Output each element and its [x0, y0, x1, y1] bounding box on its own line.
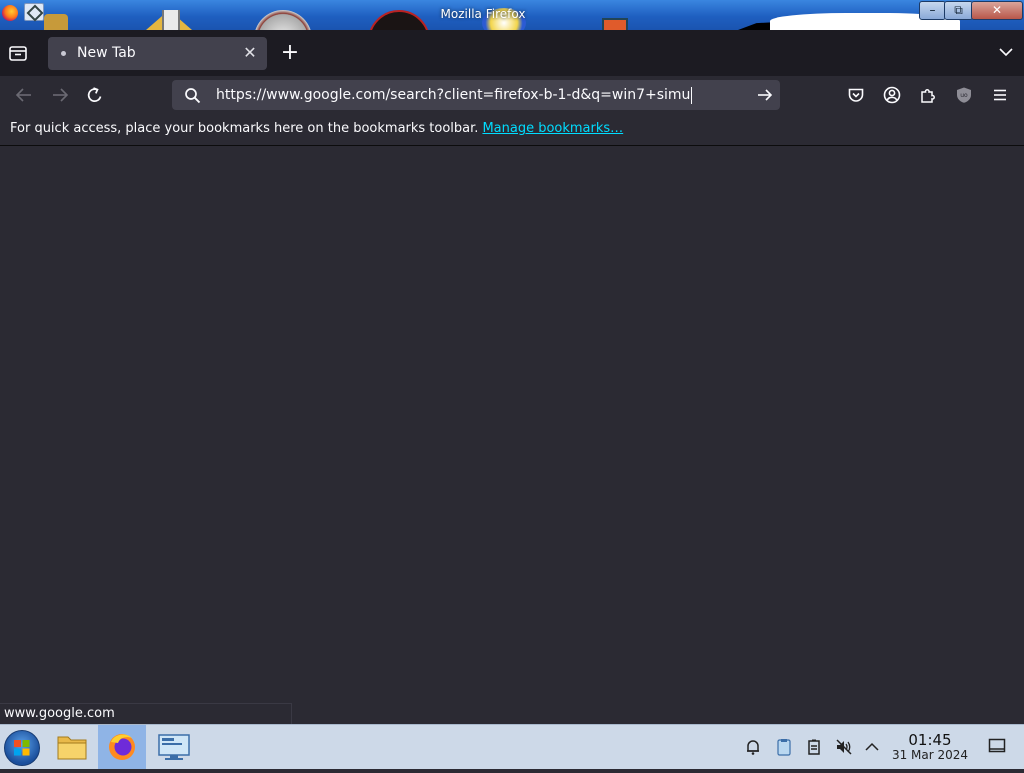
ublock-icon[interactable]: uo	[955, 86, 973, 104]
manage-bookmarks-link[interactable]: Manage bookmarks…	[482, 121, 623, 136]
tab-new-tab[interactable]: New Tab ✕	[48, 37, 267, 70]
window-title-bar[interactable]: Mozilla Firefox – ⧉ ✕	[0, 0, 1024, 30]
page-content-area[interactable]	[0, 146, 1024, 724]
maximize-button[interactable]: ⧉	[944, 1, 973, 20]
firefox-view-icon[interactable]	[8, 43, 28, 63]
battery-icon[interactable]	[805, 738, 823, 756]
status-panel: www.google.com	[0, 703, 292, 724]
firefox-icon	[109, 734, 135, 760]
account-icon[interactable]	[883, 86, 901, 104]
new-tab-button[interactable]: +	[280, 42, 300, 64]
address-bar[interactable]	[172, 80, 780, 110]
taskbar-file-manager[interactable]	[48, 725, 96, 769]
hamburger-menu-icon[interactable]	[991, 86, 1009, 104]
url-input[interactable]	[216, 80, 736, 110]
taskbar: 01:45 31 Mar 2024	[0, 724, 1024, 769]
clock-time[interactable]: 01:45	[898, 731, 962, 749]
show-desktop-icon[interactable]	[988, 738, 1006, 754]
windows-logo-icon	[14, 740, 30, 756]
chevron-up-icon[interactable]	[863, 738, 881, 756]
pocket-icon[interactable]	[847, 86, 865, 104]
close-window-button[interactable]: ✕	[971, 1, 1023, 20]
tab-close-icon[interactable]: ✕	[241, 44, 259, 62]
go-arrow-icon[interactable]	[756, 86, 774, 104]
bookmarks-toolbar: For quick access, place your bookmarks h…	[0, 114, 1024, 146]
navigation-toolbar: uo	[0, 76, 1024, 114]
window-title: Mozilla Firefox	[440, 7, 526, 21]
text-caret	[691, 87, 692, 104]
bookmarks-hint-text: For quick access, place your bookmarks h…	[10, 121, 479, 136]
search-icon	[185, 88, 201, 104]
reload-icon[interactable]	[85, 85, 105, 105]
extensions-icon[interactable]	[919, 86, 937, 104]
volume-muted-icon[interactable]	[835, 738, 853, 756]
file-manager-icon	[57, 736, 87, 760]
forward-icon[interactable]	[50, 85, 70, 105]
chevron-down-icon[interactable]	[998, 44, 1014, 60]
remote-desktop-icon	[158, 734, 190, 760]
back-icon[interactable]	[14, 85, 34, 105]
notification-bell-icon[interactable]	[744, 738, 762, 756]
bookmarks-empty-message: For quick access, place your bookmarks h…	[10, 121, 623, 136]
svg-text:uo: uo	[960, 92, 968, 99]
tab-strip: New Tab ✕ +	[0, 30, 1024, 76]
taskbar-firefox[interactable]	[98, 725, 146, 769]
clipboard-icon[interactable]	[775, 738, 793, 756]
clock-date[interactable]: 31 Mar 2024	[886, 748, 974, 762]
tab-favicon-icon	[61, 51, 66, 56]
tab-title: New Tab	[77, 45, 136, 61]
minimize-button[interactable]: –	[919, 1, 946, 20]
taskbar-remote-desktop[interactable]	[150, 725, 198, 769]
start-button[interactable]	[4, 730, 40, 766]
